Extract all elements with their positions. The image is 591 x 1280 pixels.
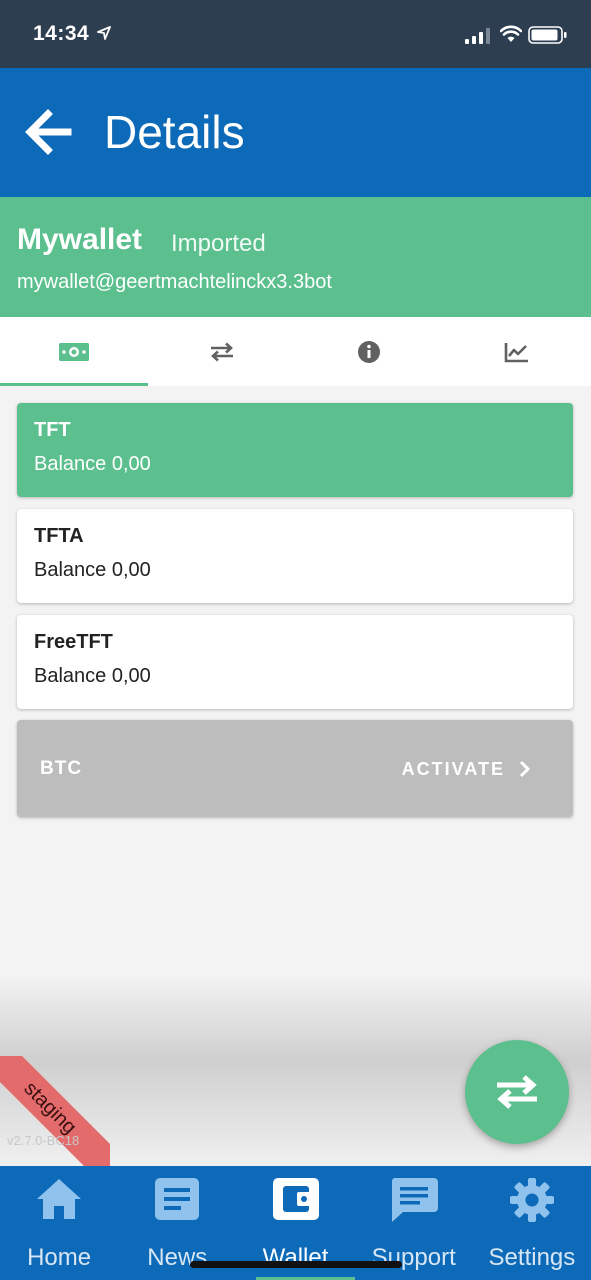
- activate-button[interactable]: ACTIVATE: [402, 754, 531, 784]
- nav-settings[interactable]: Settings: [473, 1166, 591, 1280]
- page-title: Details: [104, 106, 245, 158]
- version-label: v2.7.0-BC18: [7, 1133, 80, 1148]
- asset-card-tfta[interactable]: TFTA Balance 0,00: [17, 509, 573, 603]
- chat-icon: [391, 1178, 438, 1222]
- transfer-icon: [497, 1075, 537, 1109]
- wallet-name: Mywallet: [17, 223, 143, 256]
- wallet-icon: [272, 1178, 319, 1220]
- activate-label: ACTIVATE: [401, 758, 505, 779]
- nav-label: Settings: [488, 1244, 576, 1271]
- asset-card-tft[interactable]: TFT Balance 0,00: [17, 403, 573, 497]
- gear-icon: [509, 1178, 554, 1222]
- asset-name: TFT: [34, 419, 71, 441]
- chart-icon: [504, 342, 529, 362]
- asset-card-btc: BTC ACTIVATE: [17, 720, 573, 817]
- tab-balances[interactable]: [0, 317, 148, 386]
- transfer-icon: [210, 342, 233, 361]
- signal-icon: [465, 28, 490, 44]
- money-icon: [58, 342, 89, 361]
- info-icon: [358, 340, 381, 363]
- detail-tabs: [0, 317, 591, 386]
- asset-name: BTC: [40, 758, 83, 779]
- transfer-fab[interactable]: [465, 1040, 569, 1144]
- wallet-address: mywallet@geertmachtelinckx3.3bot: [17, 271, 332, 293]
- nav-home[interactable]: Home: [0, 1166, 118, 1280]
- tab-info[interactable]: [296, 317, 444, 386]
- asset-name: FreeTFT: [34, 631, 113, 653]
- status-bar: 14:34: [0, 0, 591, 68]
- back-arrow-icon[interactable]: [24, 108, 72, 156]
- wifi-icon: [500, 25, 522, 42]
- status-time: 14:34: [33, 22, 90, 45]
- tab-statistics[interactable]: [443, 317, 591, 386]
- location-arrow-icon: [97, 26, 111, 40]
- asset-balance: Balance 0,00: [34, 453, 151, 475]
- asset-balance: Balance 0,00: [34, 559, 151, 581]
- staging-ribbon: staging: [0, 1056, 110, 1166]
- app-bar: Details: [0, 68, 591, 197]
- home-icon: [37, 1179, 82, 1219]
- home-indicator: [190, 1261, 402, 1268]
- tab-transactions[interactable]: [148, 317, 296, 386]
- asset-card-freetft[interactable]: FreeTFT Balance 0,00: [17, 615, 573, 709]
- asset-balance: Balance 0,00: [34, 665, 151, 687]
- asset-name: TFTA: [34, 525, 84, 547]
- wallet-status: Imported: [171, 230, 266, 257]
- chevron-right-icon: [519, 760, 531, 778]
- staging-label: staging: [0, 1056, 110, 1166]
- battery-icon: [528, 26, 567, 44]
- wallet-header: Mywallet Imported mywallet@geertmachteli…: [0, 197, 591, 317]
- nav-label: Home: [27, 1244, 92, 1271]
- news-icon: [155, 1178, 200, 1220]
